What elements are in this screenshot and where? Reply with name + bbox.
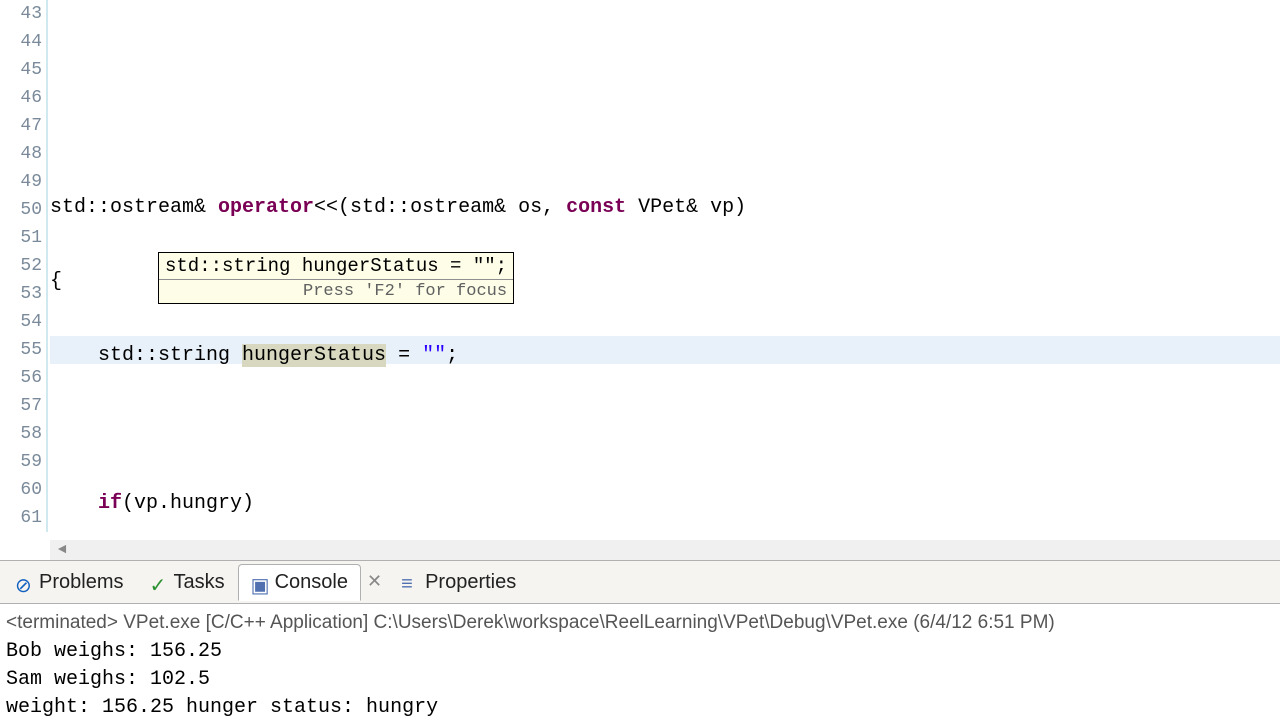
- console-line: Bob weighs: 156.25: [6, 638, 1276, 666]
- line-number: 60: [0, 476, 42, 504]
- console-status-line: <terminated> VPet.exe [C/C++ Application…: [4, 608, 1276, 638]
- code-line: if(vp.hungry): [50, 490, 794, 518]
- line-number: 53: [0, 280, 42, 308]
- tab-properties[interactable]: Properties: [388, 564, 529, 601]
- code-line: [50, 416, 794, 444]
- tab-label: Console: [275, 571, 348, 594]
- close-tab-icon[interactable]: ✕: [361, 571, 388, 593]
- line-number: 51: [0, 224, 42, 252]
- console-line: Sam weighs: 102.5: [6, 666, 1276, 694]
- line-number: 49: [0, 168, 42, 196]
- line-number: 44: [0, 28, 42, 56]
- code-line: std::string hungerStatus = "";: [50, 342, 794, 370]
- bottom-panel-tabs: Problems Tasks Console ✕ Properties: [0, 560, 1280, 604]
- tab-label: Problems: [39, 571, 123, 594]
- line-number: 58: [0, 420, 42, 448]
- scroll-left-icon[interactable]: ◄: [58, 542, 66, 558]
- tasks-icon: [149, 573, 167, 591]
- tooltip-content: std::string hungerStatus = "";: [159, 253, 513, 280]
- line-number: 57: [0, 392, 42, 420]
- line-number: 55: [0, 336, 42, 364]
- tab-label: Properties: [425, 571, 516, 594]
- tab-problems[interactable]: Problems: [2, 564, 136, 601]
- code-editor[interactable]: 43 44 45 46 47 48 49 50 51 52 53 54 55 5…: [0, 0, 1280, 560]
- code-line: [50, 120, 794, 148]
- line-number: 56: [0, 364, 42, 392]
- line-number: 59: [0, 448, 42, 476]
- problems-icon: [15, 573, 33, 591]
- line-number: 47: [0, 112, 42, 140]
- line-number: 52: [0, 252, 42, 280]
- tab-console[interactable]: Console: [238, 564, 361, 601]
- line-number: 61: [0, 504, 42, 532]
- code-line: std::ostream& operator<<(std::ostream& o…: [50, 194, 794, 222]
- console-icon: [251, 573, 269, 591]
- line-number: 45: [0, 56, 42, 84]
- line-number: 46: [0, 84, 42, 112]
- line-number: 43: [0, 0, 42, 28]
- line-number: 54: [0, 308, 42, 336]
- console-line: weight: 156.25 hunger status: hungry: [6, 694, 1276, 722]
- console-output: Bob weighs: 156.25 Sam weighs: 102.5 wei…: [4, 638, 1276, 722]
- line-number: 48: [0, 140, 42, 168]
- line-number: 50: [0, 196, 42, 224]
- tab-label: Tasks: [173, 571, 224, 594]
- code-line: [50, 46, 794, 74]
- tooltip-hint: Press 'F2' for focus: [159, 280, 513, 303]
- properties-icon: [401, 573, 419, 591]
- console-panel: <terminated> VPet.exe [C/C++ Application…: [0, 604, 1280, 726]
- tab-tasks[interactable]: Tasks: [136, 564, 237, 601]
- line-number-gutter: 43 44 45 46 47 48 49 50 51 52 53 54 55 5…: [0, 0, 48, 532]
- hover-tooltip: std::string hungerStatus = ""; Press 'F2…: [158, 252, 514, 304]
- horizontal-scrollbar[interactable]: ◄: [50, 540, 1280, 560]
